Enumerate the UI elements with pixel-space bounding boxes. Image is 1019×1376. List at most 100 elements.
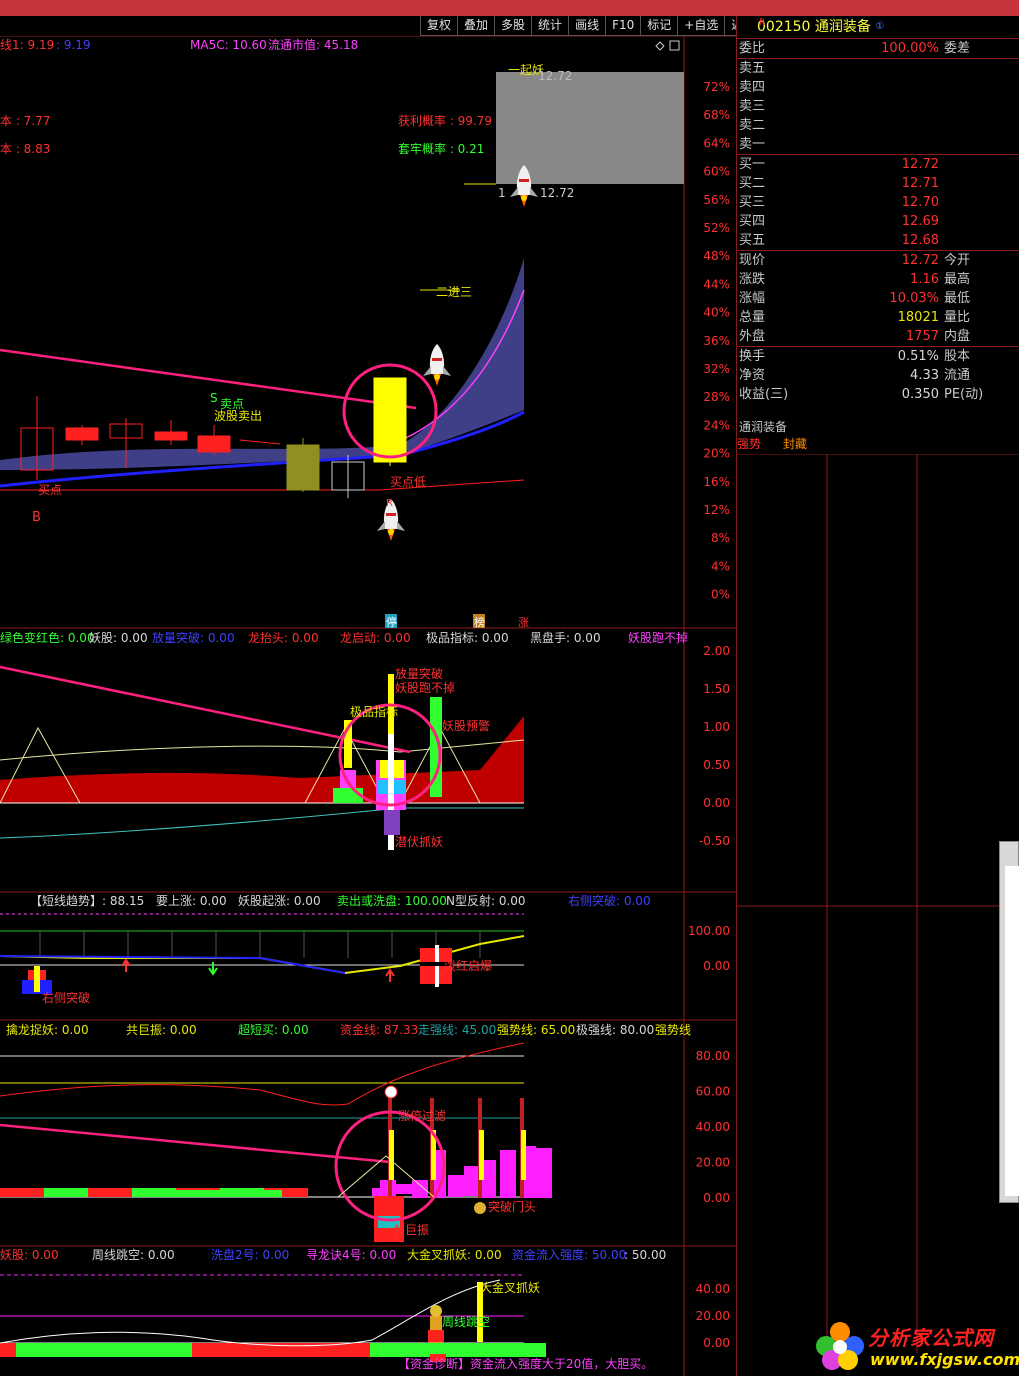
down-arrow-icon [208, 962, 218, 976]
pct-tick: 60% [703, 165, 730, 179]
quote-row-value: 12.69 [901, 214, 939, 229]
watermark: 分析家公式网 www.fxjgsw.com [810, 1316, 1019, 1376]
pct-tick: 44% [703, 277, 730, 291]
panel3-label-right-break: 右侧突破 [42, 990, 90, 1005]
panel5-axis-tick: 40.00 [696, 1282, 730, 1296]
pct-tick: 72% [703, 80, 730, 94]
toolbar-button-1[interactable]: 叠加 [457, 16, 495, 36]
panel4-axis-tick: 60.00 [696, 1085, 730, 1099]
panel4-header-4: 走强线: 45.00 [418, 1023, 496, 1037]
panel2-label-hidden: 潜伏抓妖 [395, 835, 443, 849]
quote-stats: 现价 12.72 今开 涨跌 1.16 最高 涨幅 10.03% 最低 总量 18021 量比 外盘 17… [737, 251, 1019, 346]
quote-row-label2: 今开 [944, 253, 971, 268]
arrow-price-label: 12.72 [540, 186, 574, 200]
panel2-label-jipin: 极品指标 [350, 704, 398, 719]
panel2-header-4: 龙启动: 0.00 [340, 631, 411, 645]
mini-chart-title: 通润装备 [739, 420, 788, 434]
panel5-header-0: 妖股: 0.00 [0, 1248, 59, 1262]
panel5-bar-green-2 [370, 1343, 546, 1357]
quote-row: 现价 12.72 今开 [737, 251, 1019, 270]
panel4-header-7: 强势线 [655, 1023, 691, 1037]
watermark-title: 分析家公式网 [868, 1326, 994, 1350]
quote-row: 卖一 [737, 135, 1019, 154]
quote-row-label2: 流通 [944, 368, 971, 383]
quote-row-label2: 量比 [944, 310, 971, 325]
panel4-bar-base [0, 1188, 44, 1197]
quote-row-label: 卖二 [739, 118, 766, 133]
panel4-axis-tick: 40.00 [696, 1120, 730, 1134]
quote-row-label: 买三 [739, 195, 766, 210]
panel2-axis-tick: 1.00 [703, 720, 730, 734]
buy-point-label: 买点 [38, 483, 62, 497]
panel5-axis-tick: 20.00 [696, 1309, 730, 1323]
panel5-header-5: 资金流入强度: 50.00 [512, 1247, 626, 1262]
panel4-label-break-head: 突破门头 [488, 1199, 536, 1214]
pct-tick: 28% [703, 390, 730, 404]
panel2-axis-tick: 0.50 [703, 758, 730, 772]
profit-prob: 获利概率 : 99.79 [398, 113, 492, 128]
toolbar-button-5[interactable]: F10 [605, 16, 641, 36]
pct-tick: 24% [703, 418, 730, 432]
toolbar-button-3[interactable]: 统计 [531, 16, 569, 36]
panel5-label-diag: 【资金诊断】资金流入强度大于20值，大胆买。 [398, 1356, 653, 1371]
info-icon[interactable]: ① [875, 21, 884, 32]
panel5-red-block [428, 1330, 444, 1342]
panel2-header-3: 龙抬头: 0.00 [248, 631, 319, 645]
quote-row-label: 现价 [739, 253, 766, 268]
quote-row-label2: 股本 [944, 349, 971, 364]
panel-toggle-icon [669, 40, 680, 51]
chart-area[interactable]: 线1: 9.19: 9.19 MA5C: 10.60 流通市值: 45.18 本 : … [0, 36, 736, 1376]
quote-row-value: 12.71 [901, 176, 939, 191]
pct-tick: 56% [703, 193, 730, 207]
panel5-header-6: : 50.00 [624, 1248, 666, 1262]
quote-row: 买四 12.69 [737, 212, 1019, 231]
quote-row: 换手 0.51% 股本 [737, 347, 1019, 366]
quote-row-label2: 最高 [944, 272, 971, 287]
panel4-fund-bar [412, 1180, 428, 1198]
panel3-header-1: 要上涨: 0.00 [156, 893, 227, 908]
panel4-label-resonance: 共巨振 [393, 1223, 429, 1237]
quote-row: 卖二 [737, 116, 1019, 135]
panel4-header-5: 强势线: 65.00 [497, 1023, 575, 1037]
panel4-fund-line [0, 1042, 525, 1106]
panel5-header-4: 大金叉抓妖: 0.00 [407, 1247, 502, 1262]
quote-row: 卖四 [737, 78, 1019, 97]
quote-tag: 强势 [737, 437, 762, 451]
panel2-label-cant-escape: 妖股跑不掉 [395, 681, 455, 695]
panel3-axis-tick: 0.00 [703, 959, 730, 973]
quote-row-label2: 最低 [944, 291, 971, 306]
toolbar-button-2[interactable]: 多股 [494, 16, 532, 36]
panel2-axis-tick: 2.00 [703, 644, 730, 658]
quote-row-label: 换手 [739, 349, 766, 364]
up-arrow-icon [121, 958, 131, 972]
mini-chart-grid [737, 454, 1019, 1354]
s-point-label: S [210, 391, 218, 405]
quote-row-value: 1.16 [910, 272, 939, 287]
pct-tick: 0% [711, 588, 730, 602]
pct-tick: 12% [703, 503, 730, 517]
pct-tick: 20% [703, 447, 730, 461]
rocket-r-label: R [386, 498, 393, 509]
cost-label-2: 本 : 8.83 [0, 142, 50, 156]
stock-name: 通润装备 [814, 19, 871, 35]
floating-tool-window[interactable] [999, 841, 1019, 1203]
toolbar-button-0[interactable]: 复权 [420, 16, 458, 36]
panel4-spike-yellow [389, 1130, 394, 1180]
panel4-header-2: 超短买: 0.00 [238, 1022, 309, 1037]
panel5-white-line [0, 1279, 501, 1347]
rocket-icon-2 [423, 344, 451, 386]
panel4-fund-bar [464, 1166, 480, 1196]
quote-tags: 强势 封藏 [737, 435, 829, 452]
quote-row-value: 18021 [897, 310, 939, 325]
pct-tick: 36% [703, 334, 730, 348]
quote-row: 卖三 [737, 97, 1019, 116]
wave-sell-label: 波股卖出 [214, 409, 262, 423]
toolbar-button-6[interactable]: 标记 [640, 16, 678, 36]
panel2-bar-purple [384, 810, 400, 835]
quote-header: R 002150 通润装备 ① [737, 16, 1019, 38]
quote-row-label: 买一 [739, 157, 766, 172]
panel4-axis-tick: 80.00 [696, 1049, 730, 1063]
toolbar-button-4[interactable]: 画线 [568, 16, 606, 36]
panel3-header-3: 卖出或洗盘: 100.00 [337, 893, 447, 908]
toolbar-button-7[interactable]: +自选 [677, 16, 725, 36]
